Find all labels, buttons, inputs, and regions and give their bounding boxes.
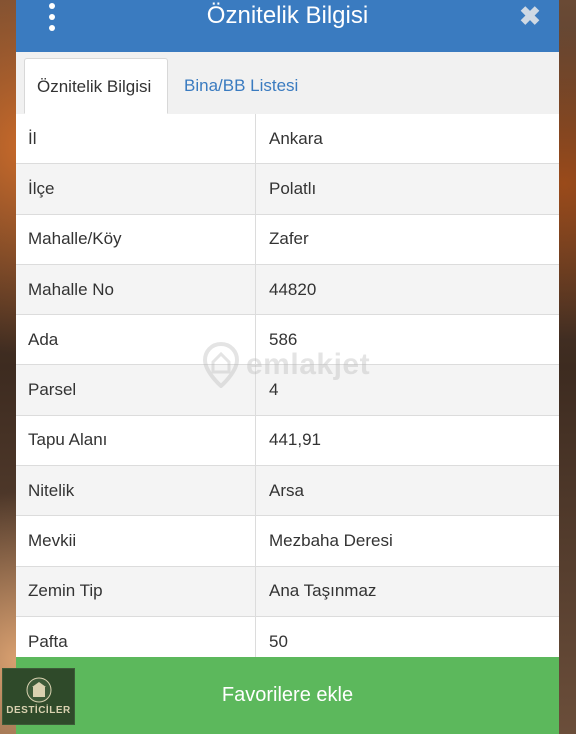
attribute-label: İl <box>16 114 256 164</box>
attribute-value: 4 <box>269 380 279 400</box>
attribute-label: Mevkii <box>16 516 256 566</box>
attribute-label: Mahalle No <box>16 264 256 315</box>
tab-building-list[interactable]: Bina/BB Listesi <box>172 58 310 114</box>
attribute-dialog: Öznitelik Bilgisi ✖ Öznitelik Bilgisi Bi… <box>16 0 559 734</box>
attribute-value: 44820 <box>269 279 317 299</box>
close-icon[interactable]: ✖ <box>516 2 544 30</box>
table-row: Tapu Alanı 441,91 <box>16 415 559 467</box>
building-logo-icon <box>26 677 51 702</box>
attribute-value: Ankara <box>269 128 323 148</box>
tab-bar: Öznitelik Bilgisi Bina/BB Listesi <box>16 52 559 115</box>
attribute-value: 586 <box>269 329 298 349</box>
table-row: Parsel 4 <box>16 365 559 416</box>
attribute-value: Mezbaha Deresi <box>269 531 393 551</box>
attribute-label: Mahalle/Köy <box>16 214 256 264</box>
attribute-value: Arsa <box>269 480 304 500</box>
attribute-label: Tapu Alanı <box>16 415 256 466</box>
attribute-label: Zemin Tip <box>16 566 256 616</box>
table-row: Nitelik Arsa <box>16 466 559 517</box>
attribute-table: İl Ankara İlçe Polatlı Mahalle/Köy Zafer… <box>16 114 559 668</box>
table-row: Mahalle No 44820 <box>16 264 559 316</box>
attribute-value: Zafer <box>269 229 309 249</box>
attribute-label: Ada <box>16 315 256 365</box>
tab-attribute-info[interactable]: Öznitelik Bilgisi <box>24 58 168 114</box>
dialog-header: Öznitelik Bilgisi ✖ <box>16 0 559 52</box>
attribute-label: İlçe <box>16 164 256 214</box>
attribute-value: Polatlı <box>269 178 317 198</box>
desticiler-logo: DESTİCİLER <box>2 668 75 725</box>
logo-text: DESTİCİLER <box>6 704 71 716</box>
table-row: İlçe Polatlı <box>16 164 559 215</box>
table-row: Zemin Tip Ana Taşınmaz <box>16 566 559 617</box>
attribute-value: 441,91 <box>269 430 321 450</box>
table-row: İl Ankara <box>16 114 559 165</box>
table-row: Mahalle/Köy Zafer <box>16 214 559 265</box>
dialog-title: Öznitelik Bilgisi <box>206 2 369 29</box>
add-to-favorites-button[interactable]: Favorilere ekle <box>16 657 559 734</box>
table-row: Ada 586 <box>16 315 559 366</box>
attribute-label: Nitelik <box>16 466 256 516</box>
attribute-value: Ana Taşınmaz <box>269 581 377 601</box>
attribute-label: Parsel <box>16 365 256 415</box>
table-row: Mevkii Mezbaha Deresi <box>16 516 559 567</box>
